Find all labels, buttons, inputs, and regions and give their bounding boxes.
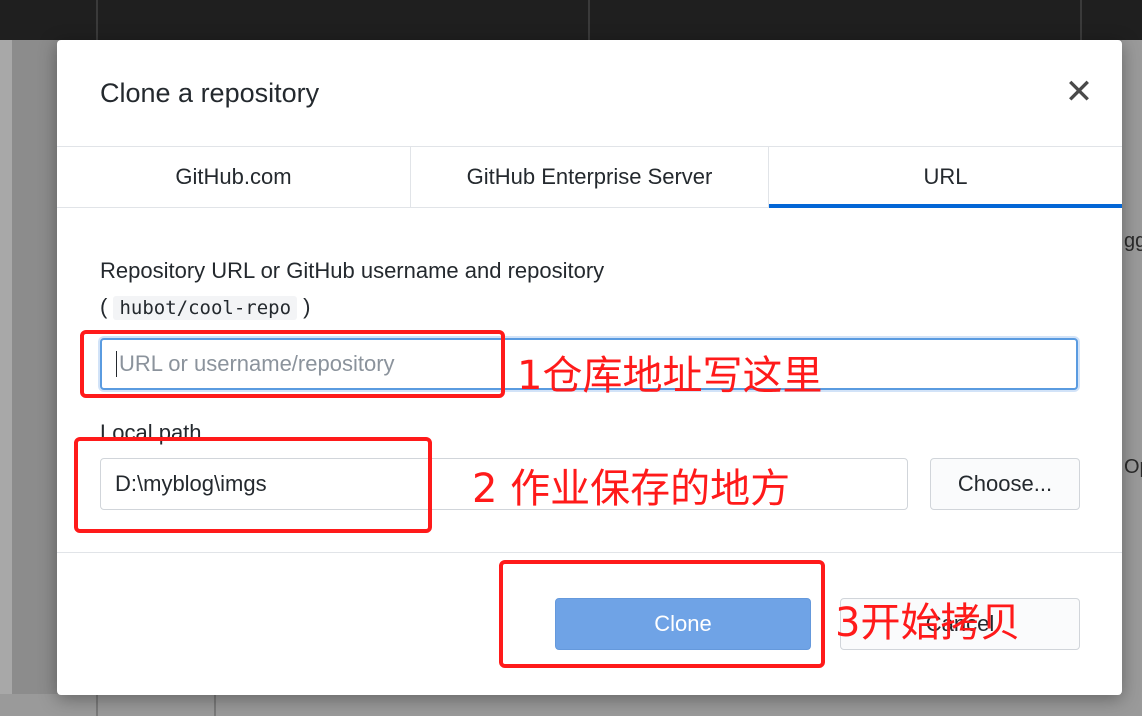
annotation-note-path: 2 作业保存的地方 <box>472 466 791 512</box>
hint-paren-close: ) <box>303 294 311 319</box>
tab-url[interactable]: URL <box>769 147 1122 208</box>
tab-github-enterprise-server[interactable]: GitHub Enterprise Server <box>411 147 769 207</box>
background-separator <box>96 694 98 716</box>
background-separator <box>1080 0 1082 40</box>
background-separator <box>588 0 590 40</box>
dialog-title: Clone a repository <box>100 78 320 108</box>
choose-button[interactable]: Choose... <box>930 458 1080 510</box>
hint-paren-open: ( <box>100 294 108 319</box>
background-left-strip <box>0 40 12 716</box>
tab-label: GitHub Enterprise Server <box>466 164 713 189</box>
footer-divider <box>57 552 1122 553</box>
background-separator <box>96 0 98 40</box>
annotation-box-url <box>80 330 505 398</box>
background-text-fragment: gg <box>1124 230 1142 252</box>
background-text-fragment: Op <box>1124 456 1142 478</box>
close-button[interactable]: ✕ <box>1057 70 1101 114</box>
annotation-box-path <box>74 437 432 533</box>
annotation-note-url: 1仓库地址写这里 <box>517 353 823 399</box>
background-separator <box>214 694 216 716</box>
close-icon[interactable]: ✕ <box>1065 72 1094 112</box>
tab-bar: GitHub.com GitHub Enterprise Server URL <box>57 146 1122 208</box>
background-bottom-bar <box>0 694 1142 716</box>
url-field-label: Repository URL or GitHub username and re… <box>100 258 605 283</box>
tab-label: GitHub.com <box>175 164 292 189</box>
annotation-box-clone <box>499 560 825 668</box>
hint-example-code: hubot/cool-repo <box>113 296 298 320</box>
background-right-area <box>1122 40 1142 716</box>
tab-github-com[interactable]: GitHub.com <box>57 147 411 207</box>
background-titlebar <box>0 0 1142 40</box>
annotation-note-clone: 3开始拷贝 <box>835 600 1021 646</box>
url-field-hint: ( hubot/cool-repo ) <box>100 294 311 320</box>
tab-label: URL <box>923 164 968 189</box>
